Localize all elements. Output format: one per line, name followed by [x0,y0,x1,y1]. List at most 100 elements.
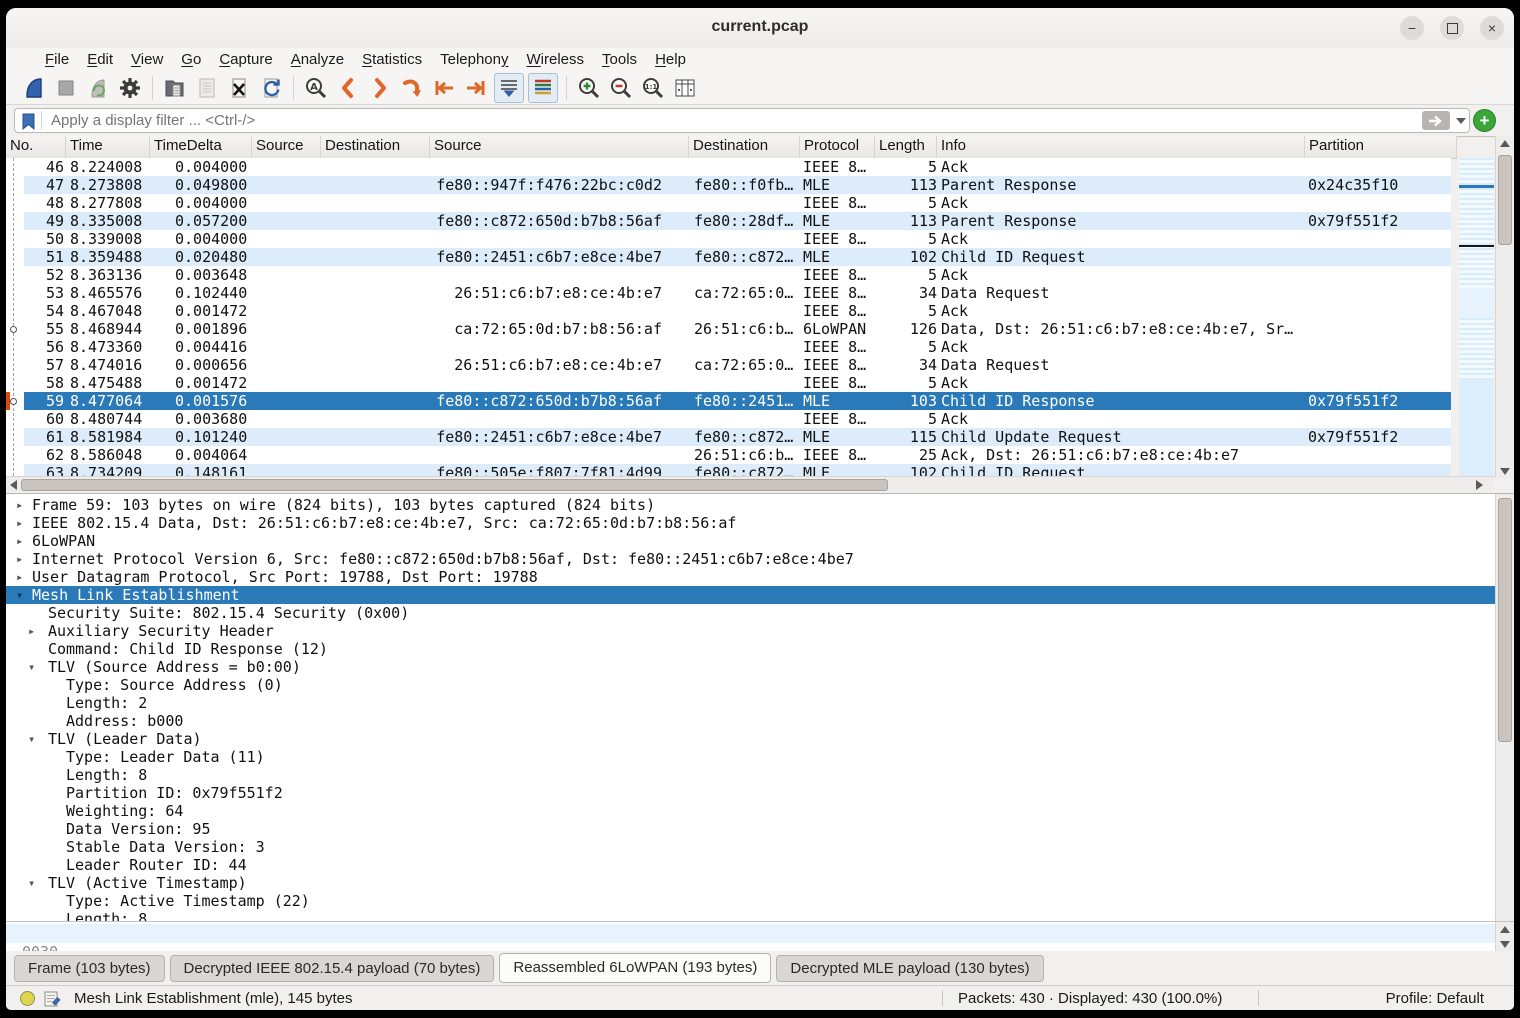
detail-line[interactable]: Leader Router ID: 44 [6,856,1514,874]
packet-list-hscrollbar[interactable] [6,476,1494,491]
vscroll-thumb[interactable] [1498,155,1512,245]
hscroll-thumb[interactable] [21,479,888,491]
expander-collapsed-icon[interactable]: ▸ [28,622,35,640]
detail-line[interactable]: Stable Data Version: 3 [6,838,1514,856]
column-header-no[interactable]: No. [6,136,66,158]
scroll-up-arrow[interactable] [1496,136,1514,150]
packet-row-47[interactable]: 478.2738080.049800fe80::947f:f476:22bc:c… [6,176,1451,194]
packet-row-52[interactable]: 528.3631360.003648IEEE 8…5Ack [6,266,1451,284]
open-file-icon[interactable] [161,74,189,102]
menu-tools[interactable]: Tools [593,51,646,68]
packet-row-49[interactable]: 498.3350080.057200fe80::c872:650d:b7b8:5… [6,212,1451,230]
filter-dropdown-caret[interactable] [1456,118,1466,124]
expander-expanded-icon[interactable]: ▾ [16,586,23,604]
packet-minimap-scrollbar[interactable] [1459,158,1494,476]
packet-row-59[interactable]: 598.4770640.001576fe80::c872:650d:b7b8:5… [6,392,1451,410]
scroll-left-arrow[interactable] [6,477,21,492]
packet-row-61[interactable]: 618.5819840.101240fe80::2451:c6b7:e8ce:4… [6,428,1451,446]
filter-text-field[interactable] [49,111,1253,130]
detail-line[interactable]: ▸6LoWPAN [6,532,1514,550]
menu-edit[interactable]: Edit [78,51,122,68]
expert-info-icon[interactable] [20,991,35,1006]
detail-line[interactable]: Length: 2 [6,694,1514,712]
detail-line[interactable]: Type: Leader Data (11) [6,748,1514,766]
packet-row-46[interactable]: 468.2240080.004000IEEE 8…5Ack [6,158,1451,176]
packet-row-62[interactable]: 628.5860480.00406426:51:c6:b…IEEE 8…25Ac… [6,446,1451,464]
menu-view[interactable]: View [122,51,172,68]
status-profile[interactable]: Profile: Default [1386,990,1484,1007]
byte-tab-reassembled-6lowpan-193-bytes-[interactable]: Reassembled 6LoWPAN (193 bytes) [499,953,771,983]
expander-collapsed-icon[interactable]: ▸ [16,568,23,586]
detail-line[interactable]: ▾TLV (Leader Data) [6,730,1514,748]
close-button[interactable]: × [1480,16,1504,40]
expander-collapsed-icon[interactable]: ▸ [16,550,23,568]
details-scroll-thumb[interactable] [1498,498,1512,742]
menu-telephony[interactable]: Telephony [431,51,517,68]
detail-line[interactable]: Address: b000 [6,712,1514,730]
menu-help[interactable]: Help [646,51,695,68]
detail-line[interactable]: ▾TLV (Source Address = b0:00) [6,658,1514,676]
packet-row-48[interactable]: 488.2778080.004000IEEE 8…5Ack [6,194,1451,212]
expander-expanded-icon[interactable]: ▾ [28,874,35,892]
reload-file-icon[interactable] [257,74,285,102]
zoom-out-icon[interactable] [607,74,635,102]
scroll-down-arrow[interactable] [1496,464,1514,478]
detail-line[interactable]: Weighting: 64 [6,802,1514,820]
packet-row-54[interactable]: 548.4670480.001472IEEE 8…5Ack [6,302,1451,320]
detail-line[interactable]: Security Suite: 802.15.4 Security (0x00) [6,604,1514,622]
column-header-info[interactable]: Info [937,136,1305,158]
detail-line[interactable]: Command: Child ID Response (12) [6,640,1514,658]
display-filter-input[interactable] [14,108,1470,133]
expander-expanded-icon[interactable]: ▾ [28,730,35,748]
menu-wireless[interactable]: Wireless [518,51,594,68]
menu-statistics[interactable]: Statistics [353,51,431,68]
packet-row-55[interactable]: 558.4689440.001896ca:72:65:0d:b7:b8:56:a… [6,320,1451,338]
find-packet-icon[interactable]: A [302,74,330,102]
capture-comment-icon[interactable] [44,990,61,1010]
hex-vscrollbar[interactable] [1495,922,1514,951]
detail-line[interactable]: ▸User Datagram Protocol, Src Port: 19788… [6,568,1514,586]
zoom-original-icon[interactable]: 1:1 [639,74,667,102]
expander-expanded-icon[interactable]: ▾ [28,658,35,676]
menu-file[interactable]: File [36,51,78,68]
byte-tab-frame-103-bytes-[interactable]: Frame (103 bytes) [14,955,165,982]
expander-collapsed-icon[interactable]: ▸ [16,514,23,532]
packet-row-50[interactable]: 508.3390080.004000IEEE 8…5Ack [6,230,1451,248]
details-vscrollbar[interactable] [1495,494,1514,921]
packet-row-56[interactable]: 568.4733600.004416IEEE 8…5Ack [6,338,1451,356]
byte-tab-decrypted-mle-payload-130-bytes-[interactable]: Decrypted MLE payload (130 bytes) [776,955,1043,982]
column-header-source[interactable]: Source [252,136,321,158]
go-back-icon[interactable] [334,74,362,102]
byte-tab-decrypted-ieee-802-15-4-payload-70-bytes-[interactable]: Decrypted IEEE 802.15.4 payload (70 byte… [170,955,495,982]
go-first-packet-icon[interactable] [430,74,458,102]
scroll-right-arrow[interactable] [1472,477,1487,492]
column-header-destination[interactable]: Destination [321,136,430,158]
packet-row-51[interactable]: 518.3594880.020480fe80::2451:c6b7:e8ce:4… [6,248,1451,266]
detail-line[interactable]: ▾TLV (Active Timestamp) [6,874,1514,892]
packet-row-58[interactable]: 588.4754880.001472IEEE 8…5Ack [6,374,1451,392]
detail-line[interactable]: ▸Frame 59: 103 bytes on wire (824 bits),… [6,496,1514,514]
go-forward-icon[interactable] [366,74,394,102]
detail-line[interactable]: Length: 8 [6,766,1514,784]
detail-line[interactable]: Type: Active Timestamp (22) [6,892,1514,910]
packet-row-63[interactable]: 638.7342090.148161fe80::505e:f807:7f81:4… [6,464,1451,476]
column-header-timedelta[interactable]: TimeDelta [150,136,252,158]
go-to-packet-icon[interactable] [398,74,426,102]
zoom-in-icon[interactable] [575,74,603,102]
auto-scroll-icon[interactable] [494,73,524,103]
go-last-packet-icon[interactable] [462,74,490,102]
wireshark-start-capture-icon[interactable] [20,74,48,102]
menu-analyze[interactable]: Analyze [282,51,353,68]
column-header-source[interactable]: Source [430,136,689,158]
maximize-button[interactable] [1440,16,1464,40]
packet-row-60[interactable]: 608.4807440.003680IEEE 8…5Ack [6,410,1451,428]
column-header-destination[interactable]: Destination [689,136,800,158]
detail-line[interactable]: Data Version: 95 [6,820,1514,838]
add-filter-button[interactable]: + [1473,109,1496,132]
capture-options-icon[interactable] [116,74,144,102]
detail-line[interactable]: Partition ID: 0x79f551f2 [6,784,1514,802]
column-header-protocol[interactable]: Protocol [800,136,875,158]
bookmark-icon[interactable] [21,112,36,136]
close-file-icon[interactable] [225,74,253,102]
expander-collapsed-icon[interactable]: ▸ [16,496,23,514]
